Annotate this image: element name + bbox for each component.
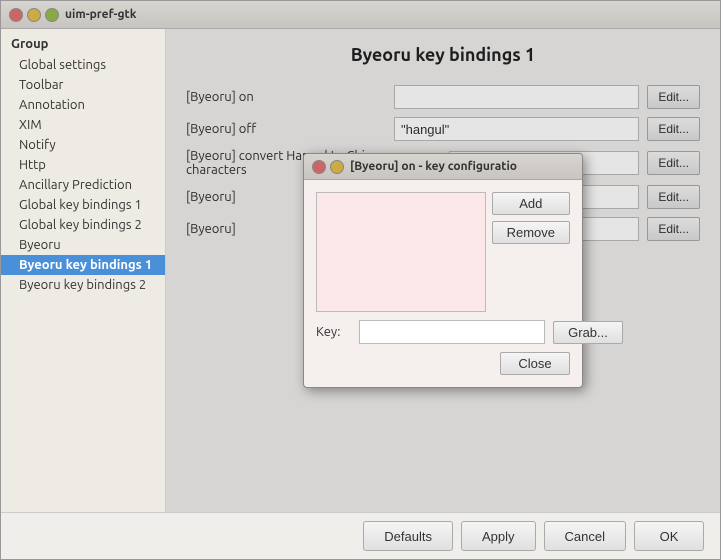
sidebar-item-global-key-bindings-1[interactable]: Global key bindings 1 (1, 195, 165, 215)
modal-close-row: Close (316, 352, 570, 375)
sidebar-item-byeoru-key-bindings-2[interactable]: Byeoru key bindings 2 (1, 275, 165, 295)
modal-dialog-close-button[interactable]: Close (500, 352, 570, 375)
sidebar-item-toolbar[interactable]: Toolbar (1, 75, 165, 95)
sidebar-item-global-key-bindings-2[interactable]: Global key bindings 2 (1, 215, 165, 235)
modal-remove-button[interactable]: Remove (492, 221, 570, 244)
modal-list-container: Add Remove (316, 192, 570, 320)
sidebar-item-global-settings[interactable]: Global settings (1, 55, 165, 75)
window-title: uim-pref-gtk (65, 8, 136, 21)
modal-body: Add Remove Key: Grab... Close (304, 180, 582, 387)
modal-key-label: Key: (316, 325, 351, 339)
apply-button[interactable]: Apply (461, 521, 536, 551)
defaults-button[interactable]: Defaults (363, 521, 453, 551)
bottom-bar: Defaults Apply Cancel OK (1, 512, 720, 559)
sidebar-item-http[interactable]: Http (1, 155, 165, 175)
modal-grab-button[interactable]: Grab... (553, 321, 623, 344)
sidebar-item-byeoru[interactable]: Byeoru (1, 235, 165, 255)
sidebar-item-xim[interactable]: XIM (1, 115, 165, 135)
modal-key-input[interactable] (359, 320, 545, 344)
modal-backdrop: [Byeoru] on - key configuratio Add Remov… (166, 29, 720, 512)
content-area: Group Global settings Toolbar Annotation… (1, 29, 720, 512)
sidebar-group-label: Group (1, 33, 165, 55)
modal-title: [Byeoru] on - key configuratio (350, 160, 574, 173)
modal-minimize-button[interactable] (330, 160, 344, 174)
cancel-button[interactable]: Cancel (544, 521, 626, 551)
modal-key-row: Key: Grab... (316, 320, 570, 344)
sidebar-item-notify[interactable]: Notify (1, 135, 165, 155)
main-window: uim-pref-gtk Group Global settings Toolb… (0, 0, 721, 560)
sidebar-item-annotation[interactable]: Annotation (1, 95, 165, 115)
modal-side-buttons: Add Remove (492, 192, 570, 320)
sidebar-item-byeoru-key-bindings-1[interactable]: Byeoru key bindings 1 (1, 255, 165, 275)
minimize-window-button[interactable] (27, 8, 41, 22)
sidebar: Group Global settings Toolbar Annotation… (1, 29, 166, 512)
title-bar: uim-pref-gtk (1, 1, 720, 29)
modal-close-button[interactable] (312, 160, 326, 174)
maximize-window-button[interactable] (45, 8, 59, 22)
window-controls (9, 8, 59, 22)
ok-button[interactable]: OK (634, 521, 704, 551)
modal-key-list (316, 192, 486, 312)
sidebar-item-ancillary-prediction[interactable]: Ancillary Prediction (1, 175, 165, 195)
modal-dialog: [Byeoru] on - key configuratio Add Remov… (303, 153, 583, 388)
modal-add-button[interactable]: Add (492, 192, 570, 215)
close-window-button[interactable] (9, 8, 23, 22)
modal-window-controls (312, 160, 344, 174)
main-panel: Byeoru key bindings 1 [Byeoru] on Edit..… (166, 29, 720, 512)
modal-titlebar: [Byeoru] on - key configuratio (304, 154, 582, 180)
